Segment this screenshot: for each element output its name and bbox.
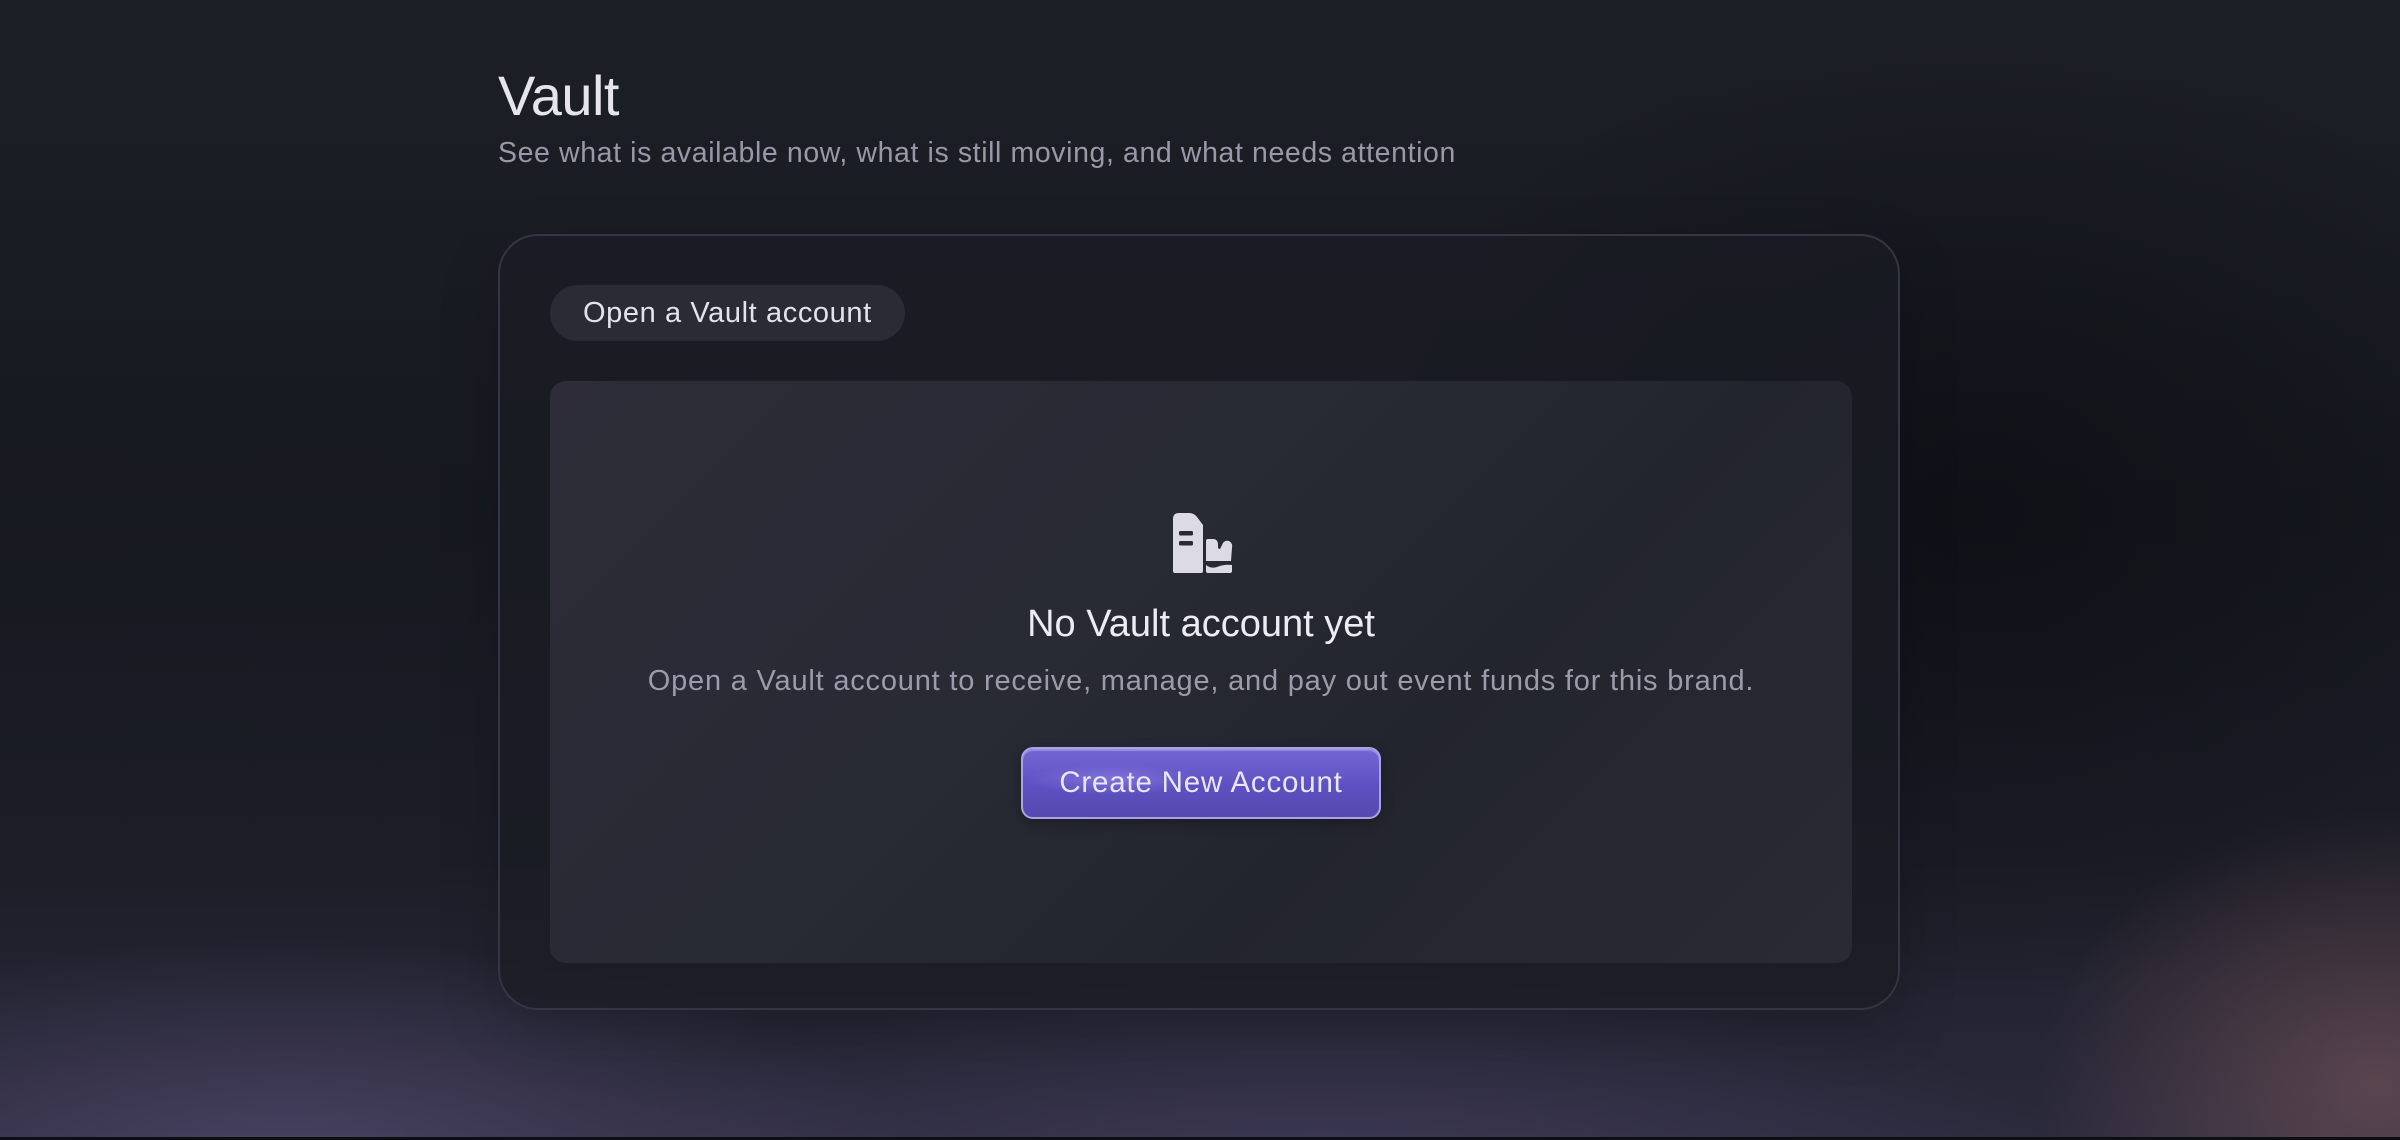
page-title: Vault — [498, 64, 619, 127]
empty-state-description: Open a Vault account to receive, manage,… — [647, 665, 1755, 697]
bank-building-icon — [1173, 513, 1233, 573]
tab-label: Open a Vault account — [583, 296, 872, 329]
empty-state-title: No Vault account yet — [1027, 603, 1375, 645]
empty-state-panel: No Vault account yet Open a Vault accoun… — [550, 381, 1852, 963]
create-new-account-button[interactable]: Create New Account — [1021, 747, 1381, 819]
page-subtitle: See what is available now, what is still… — [498, 137, 1456, 169]
vault-card: Open a Vault account No Vault account ye… — [498, 234, 1900, 1010]
page-header: Vault See what is available now, what is… — [498, 64, 1456, 170]
tab-open-vault-account[interactable]: Open a Vault account — [550, 285, 905, 341]
